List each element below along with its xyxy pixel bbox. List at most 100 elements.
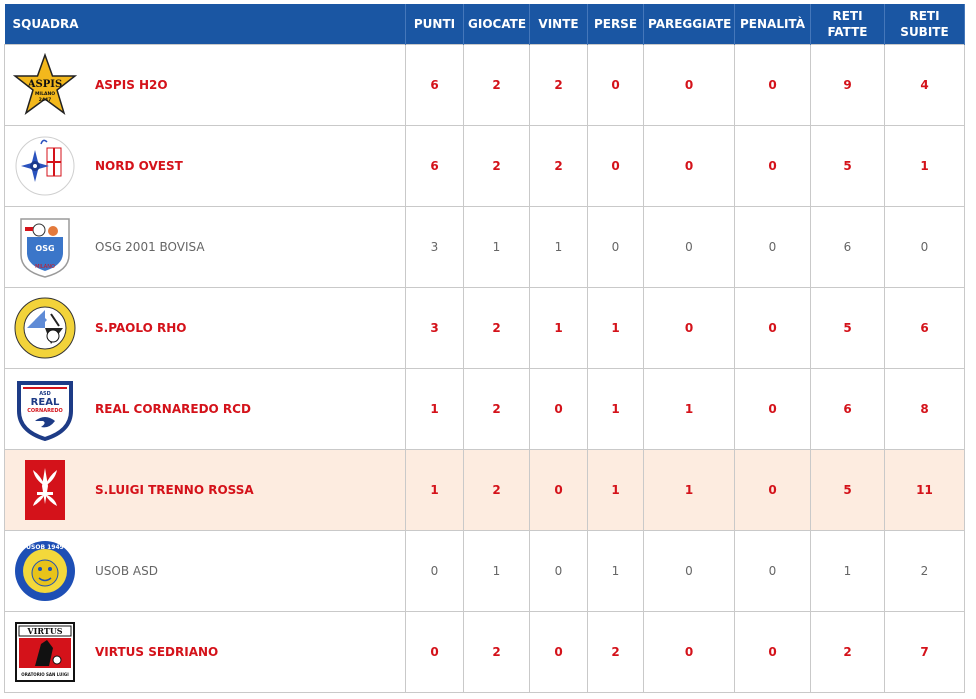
osg-logo-icon: OSG MILANO [13,215,77,279]
team-cell: ASD REAL CORNAREDO REAL CORNAREDO RCD [4,368,406,450]
cell-vinte: 1 [529,206,588,288]
cell-punti: 0 [405,611,464,693]
cell-penalita: 0 [734,449,811,531]
cell-punti: 1 [405,368,464,450]
cell-vinte: 0 [529,368,588,450]
cell-vinte: 0 [529,530,588,612]
cell-perse: 0 [587,125,644,207]
team-cell: OSG MILANO OSG 2001 BOVISA [4,206,406,288]
cell-punti: 0 [405,530,464,612]
cell-perse: 1 [587,449,644,531]
team-name[interactable]: S.LUIGI TRENNO ROSSA [95,483,254,497]
cell-punti: 3 [405,287,464,369]
cell-giocate: 2 [463,368,530,450]
standings-table: SQUADRA PUNTI GIOCATE VINTE PERSE PAREGG… [4,4,965,693]
cell-pareggiate: 0 [643,611,735,693]
cell-pareggiate: 1 [643,368,735,450]
osg-logo-text: OSG [35,244,54,253]
header-penalita: PENALITÀ [734,4,811,45]
cell-pareggiate: 0 [643,125,735,207]
cell-perse: 0 [587,44,644,126]
aspis-logo-sub: MILANO [35,91,55,97]
cell-reti-subite: 8 [884,368,965,450]
cell-reti-subite: 11 [884,449,965,531]
cell-reti-fatte: 9 [810,44,885,126]
team-name[interactable]: ASPIS H2O [95,78,168,92]
team-cell: S.PAOLO RHO [4,287,406,369]
team-cell: VIRTUS ORATORIO SAN LUIGI VIRTUS SEDRIAN… [4,611,406,693]
cell-reti-subite: 4 [884,44,965,126]
team-cell: ASPIS MILANO 2447 ASPIS H2O [4,44,406,126]
team-name[interactable]: REAL CORNAREDO RCD [95,402,251,416]
cell-penalita: 0 [734,530,811,612]
cell-giocate: 2 [463,287,530,369]
cell-reti-fatte: 5 [810,125,885,207]
cell-punti: 1 [405,449,464,531]
cell-punti: 3 [405,206,464,288]
cell-pareggiate: 0 [643,44,735,126]
cell-giocate: 2 [463,125,530,207]
cell-giocate: 1 [463,206,530,288]
cell-penalita: 0 [734,611,811,693]
virtus-logo-sub: ORATORIO SAN LUIGI [21,672,69,677]
cell-penalita: 0 [734,287,811,369]
team-cell: S.LUIGI TRENNO ROSSA [4,449,406,531]
table-row: NORD OVEST 6 2 2 0 0 0 5 1 [4,125,965,207]
cell-reti-fatte: 6 [810,368,885,450]
cell-penalita: 0 [734,125,811,207]
spaolo-logo-icon [13,296,77,360]
cell-perse: 1 [587,368,644,450]
cell-vinte: 0 [529,449,588,531]
header-perse: PERSE [587,4,644,45]
team-name[interactable]: OSG 2001 BOVISA [95,240,205,254]
cell-perse: 1 [587,530,644,612]
cell-reti-subite: 2 [884,530,965,612]
cell-punti: 6 [405,44,464,126]
team-name[interactable]: VIRTUS SEDRIANO [95,645,218,659]
osg-logo-sub: MILANO [35,264,55,270]
aspis-logo-text: ASPIS [27,79,62,90]
team-cell: USOB 1949 USOB ASD [4,530,406,612]
table-row: ASD REAL CORNAREDO REAL CORNAREDO RCD 1 … [4,368,965,450]
header-reti-subite-line1: RETI [909,9,940,23]
header-giocate: GIOCATE [463,4,530,45]
cell-reti-fatte: 2 [810,611,885,693]
header-reti-subite: RETI SUBITE [884,4,965,45]
cell-reti-subite: 0 [884,206,965,288]
cell-reti-fatte: 5 [810,287,885,369]
cell-reti-fatte: 5 [810,449,885,531]
real-cornaredo-logo-real: REAL [31,397,60,408]
team-name[interactable]: NORD OVEST [95,159,183,173]
nord-ovest-logo-icon [13,134,77,198]
cell-vinte: 1 [529,287,588,369]
cell-pareggiate: 0 [643,530,735,612]
cell-penalita: 0 [734,206,811,288]
cell-pareggiate: 0 [643,287,735,369]
cell-vinte: 2 [529,44,588,126]
cell-reti-subite: 1 [884,125,965,207]
aspis-logo-year: 2447 [39,97,52,103]
table-row: VIRTUS ORATORIO SAN LUIGI VIRTUS SEDRIAN… [4,611,965,693]
table-row: S.PAOLO RHO 3 2 1 1 0 0 5 6 [4,287,965,369]
cell-perse: 2 [587,611,644,693]
aspis-logo-icon: ASPIS MILANO 2447 [13,53,77,117]
team-name[interactable]: S.PAOLO RHO [95,321,186,335]
real-cornaredo-logo-icon: ASD REAL CORNAREDO [13,377,77,441]
header-reti-fatte: RETI FATTE [810,4,885,45]
header-reti-fatte-line2: FATTE [827,25,868,39]
cell-pareggiate: 0 [643,206,735,288]
usob-logo-icon: USOB 1949 [13,539,77,603]
header-squadra: SQUADRA [4,4,406,45]
team-name[interactable]: USOB ASD [95,564,158,578]
table-row: USOB 1949 USOB ASD 0 1 0 1 0 0 1 2 [4,530,965,612]
sluigi-logo-icon [13,458,77,522]
usob-logo-text: USOB 1949 [26,544,64,551]
table-row: OSG MILANO OSG 2001 BOVISA 3 1 1 0 0 0 6… [4,206,965,288]
table-row: ASPIS MILANO 2447 ASPIS H2O 6 2 2 0 0 0 … [4,44,965,126]
header-reti-fatte-line1: RETI [832,9,863,23]
cell-reti-fatte: 6 [810,206,885,288]
cell-penalita: 0 [734,368,811,450]
header-reti-subite-line2: SUBITE [900,25,949,39]
header-pareggiate: PAREGGIATE [643,4,735,45]
cell-penalita: 0 [734,44,811,126]
